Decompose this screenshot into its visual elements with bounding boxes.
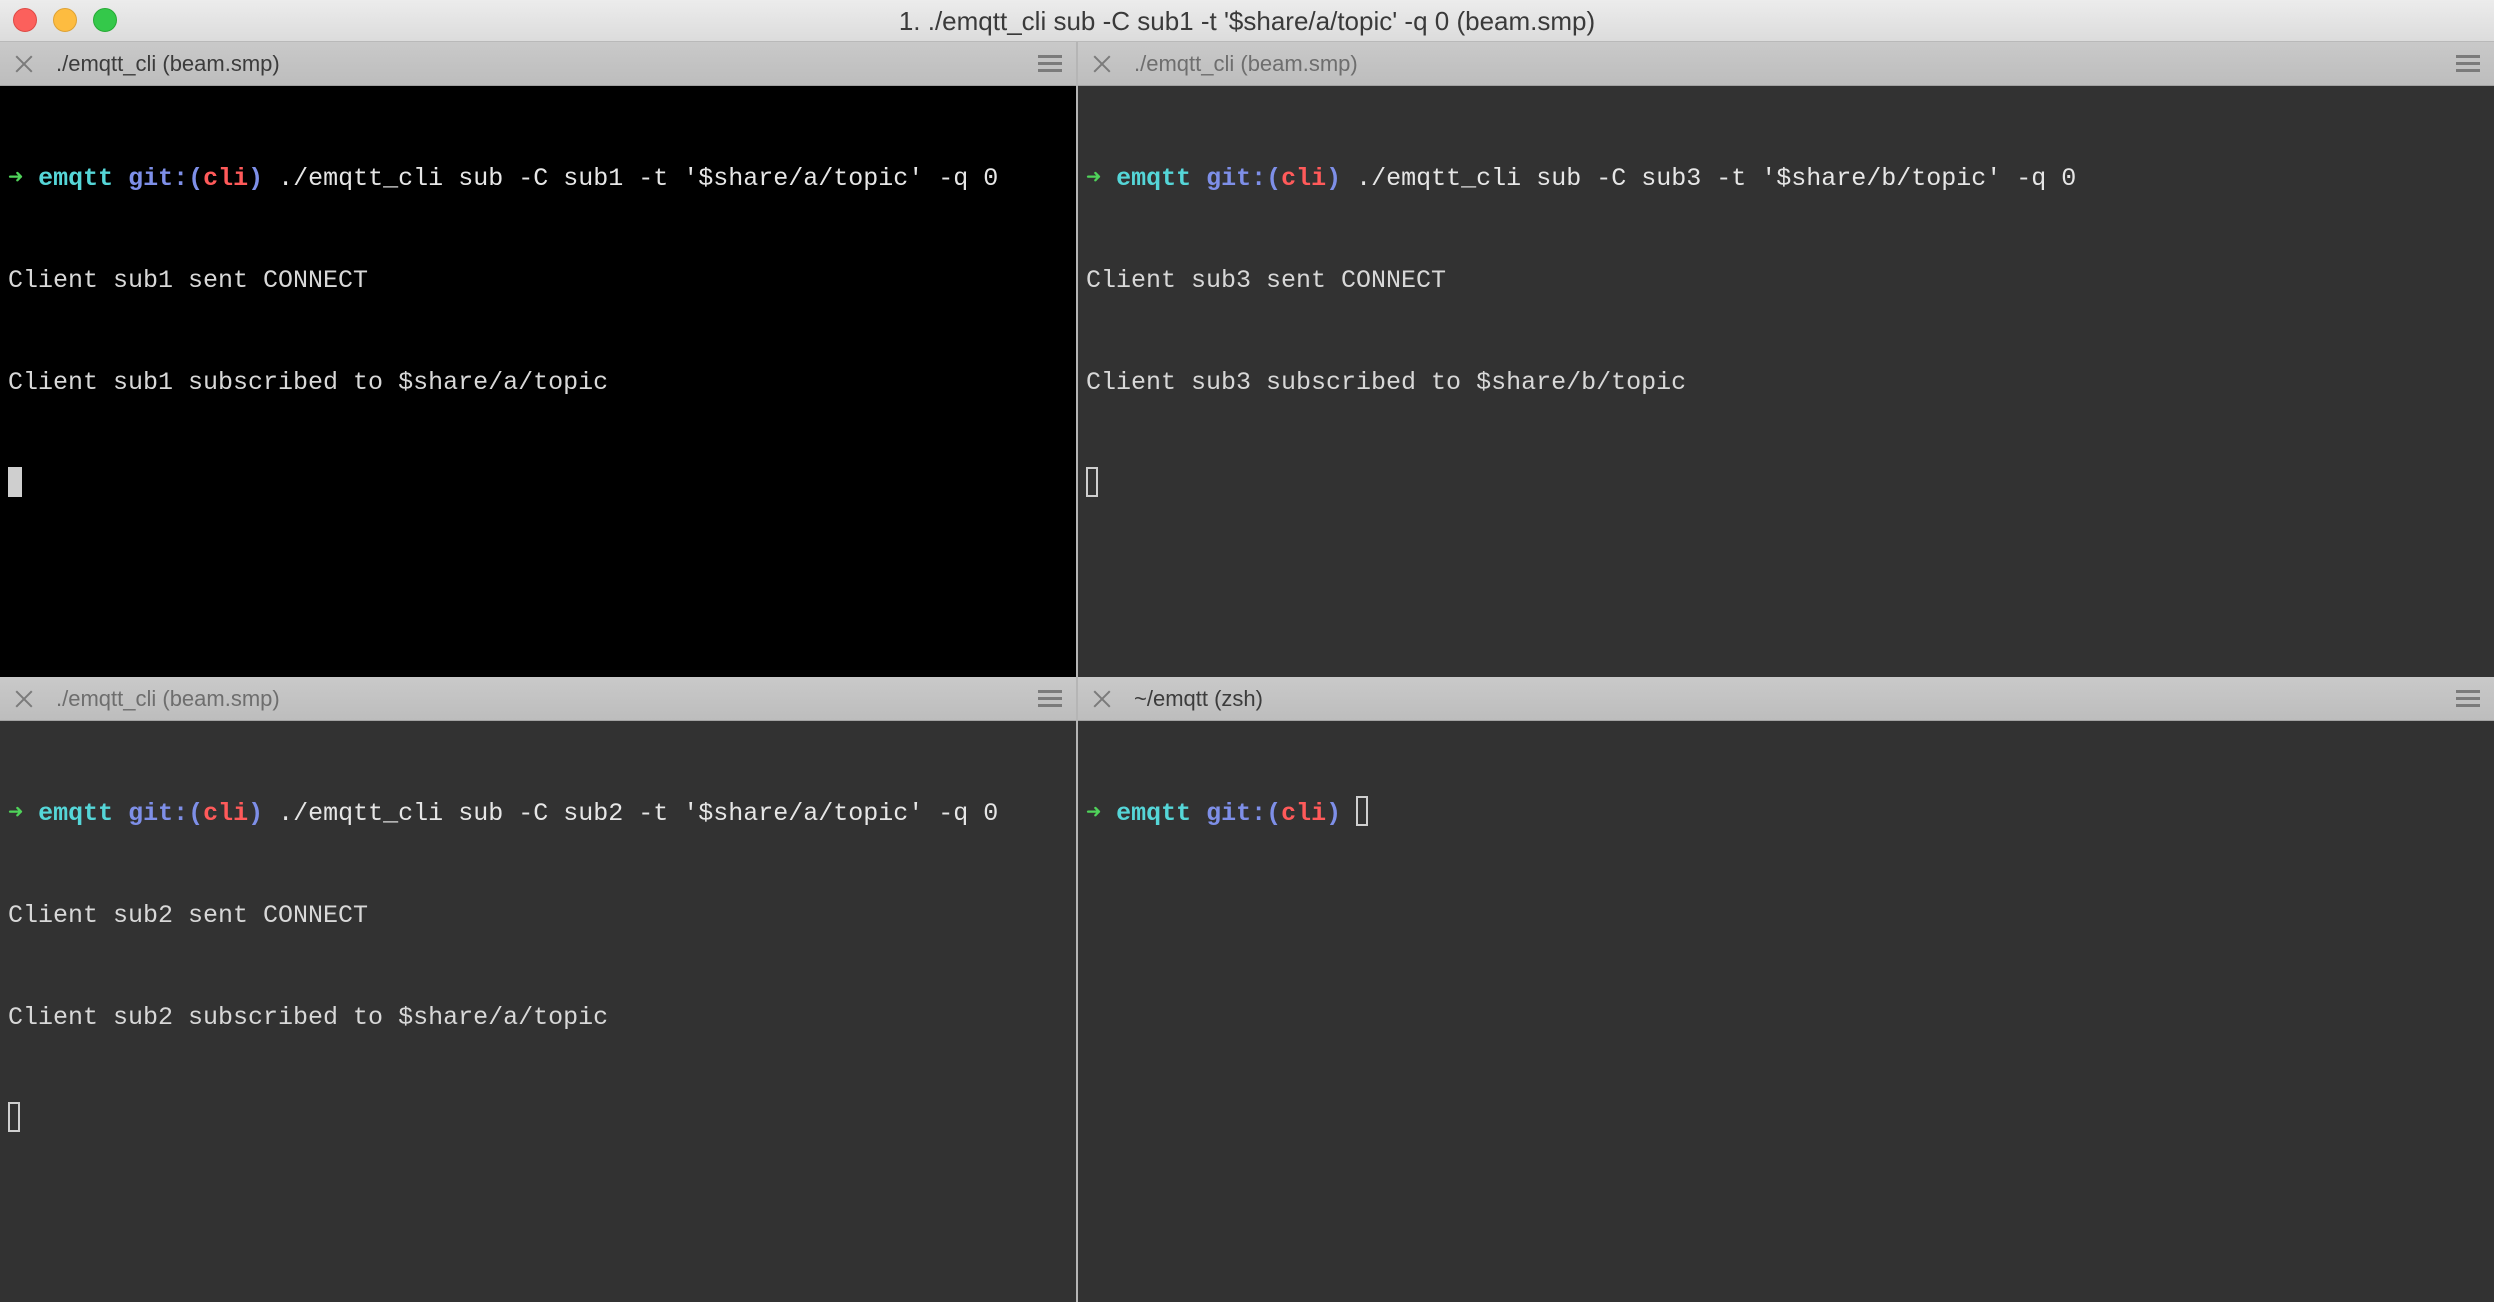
prompt-line: ➜ emqtt git:(cli) ./emqtt_cli sub -C sub… — [1086, 162, 2494, 196]
close-icon[interactable] — [14, 54, 34, 74]
prompt-git-close: ) — [248, 164, 264, 193]
close-icon[interactable] — [14, 689, 34, 709]
window-title: 1. ./emqtt_cli sub -C sub1 -t '$share/a/… — [898, 6, 1596, 36]
prompt-arrow: ➜ — [8, 799, 24, 828]
prompt-git: git:( — [1206, 799, 1282, 828]
command-text: ./emqtt_cli sub -C sub3 -t '$share/b/top… — [1341, 164, 2077, 193]
prompt-git-close: ) — [1326, 799, 1342, 828]
output-line: Client sub3 subscribed to $share/b/topic — [1086, 368, 1687, 397]
prompt-git: git:( — [128, 164, 204, 193]
pane-top-right[interactable]: ./emqtt_cli (beam.smp) ➜ emqtt git:(cli)… — [1078, 42, 2494, 677]
prompt-branch: cli — [203, 799, 249, 828]
command-text — [1341, 799, 1356, 828]
output-line: Client sub3 sent CONNECT — [1086, 266, 1447, 295]
prompt-branch: cli — [1281, 164, 1327, 193]
output-line: Client sub1 subscribed to $share/a/topic — [8, 368, 609, 397]
hamburger-menu-icon[interactable] — [2456, 690, 2480, 708]
pane-top-left[interactable]: ./emqtt_cli (beam.smp) ➜ emqtt git:(cli)… — [0, 42, 1076, 677]
prompt-dir: emqtt — [38, 164, 114, 193]
prompt-git-close: ) — [1326, 164, 1342, 193]
prompt-branch: cli — [1281, 799, 1327, 828]
prompt-arrow: ➜ — [1086, 799, 1102, 828]
pane-tab[interactable]: ./emqtt_cli (beam.smp) — [0, 677, 1076, 721]
pane-tab-title: ./emqtt_cli (beam.smp) — [56, 686, 280, 711]
terminal-output[interactable]: ➜ emqtt git:(cli) ./emqtt_cli sub -C sub… — [1086, 94, 2494, 677]
pane-tab[interactable]: ./emqtt_cli (beam.smp) — [1078, 42, 2494, 86]
prompt-branch: cli — [203, 164, 249, 193]
cursor-line — [1086, 467, 2494, 502]
prompt-git: git:( — [128, 799, 204, 828]
command-text: ./emqtt_cli sub -C sub2 -t '$share/a/top… — [263, 799, 999, 828]
output-line: Client sub2 subscribed to $share/a/topic — [8, 1003, 609, 1032]
cursor — [8, 1102, 20, 1133]
prompt-line: ➜ emqtt git:(cli) ./emqtt_cli sub -C sub… — [8, 797, 1076, 831]
hamburger-menu-icon[interactable] — [1038, 55, 1062, 73]
prompt-line: ➜ emqtt git:(cli) — [1086, 796, 2494, 831]
pane-divider-vertical[interactable] — [1076, 42, 1078, 1302]
prompt-dir: emqtt — [1116, 799, 1192, 828]
terminal-output[interactable]: ➜ emqtt git:(cli) — [1086, 729, 2494, 1302]
cursor-line — [8, 467, 1076, 502]
prompt-arrow: ➜ — [8, 164, 24, 193]
close-icon[interactable] — [1092, 689, 1112, 709]
hamburger-menu-icon[interactable] — [1038, 690, 1062, 708]
cursor — [1086, 467, 1098, 498]
pane-tab-title: ~/emqtt (zsh) — [1134, 686, 1263, 711]
pane-tab-title: ./emqtt_cli (beam.smp) — [56, 51, 280, 76]
terminal-output[interactable]: ➜ emqtt git:(cli) ./emqtt_cli sub -C sub… — [8, 729, 1076, 1302]
prompt-git-close: ) — [248, 799, 264, 828]
cursor-line — [8, 1102, 1076, 1137]
close-icon[interactable] — [1092, 54, 1112, 74]
title-bar[interactable]: 1. ./emqtt_cli sub -C sub1 -t '$share/a/… — [0, 0, 2494, 42]
prompt-git: git:( — [1206, 164, 1282, 193]
pane-bottom-right[interactable]: ~/emqtt (zsh) ➜ emqtt git:(cli) — [1078, 677, 2494, 1302]
prompt-arrow: ➜ — [1086, 164, 1102, 193]
terminal-window: 1. ./emqtt_cli sub -C sub1 -t '$share/a/… — [0, 0, 2494, 1302]
pane-bottom-left[interactable]: ./emqtt_cli (beam.smp) ➜ emqtt git:(cli)… — [0, 677, 1076, 1302]
cursor — [1356, 796, 1369, 827]
prompt-dir: emqtt — [1116, 164, 1192, 193]
cursor — [8, 467, 22, 498]
prompt-line: ➜ emqtt git:(cli) ./emqtt_cli sub -C sub… — [8, 162, 1076, 196]
command-text: ./emqtt_cli sub -C sub1 -t '$share/a/top… — [263, 164, 999, 193]
pane-tab[interactable]: ~/emqtt (zsh) — [1078, 677, 2494, 721]
hamburger-menu-icon[interactable] — [2456, 55, 2480, 73]
prompt-dir: emqtt — [38, 799, 114, 828]
pane-tab[interactable]: ./emqtt_cli (beam.smp) — [0, 42, 1076, 86]
terminal-output[interactable]: ➜ emqtt git:(cli) ./emqtt_cli sub -C sub… — [8, 94, 1076, 677]
pane-tab-title: ./emqtt_cli (beam.smp) — [1134, 51, 1358, 76]
output-line: Client sub1 sent CONNECT — [8, 266, 369, 295]
output-line: Client sub2 sent CONNECT — [8, 901, 369, 930]
